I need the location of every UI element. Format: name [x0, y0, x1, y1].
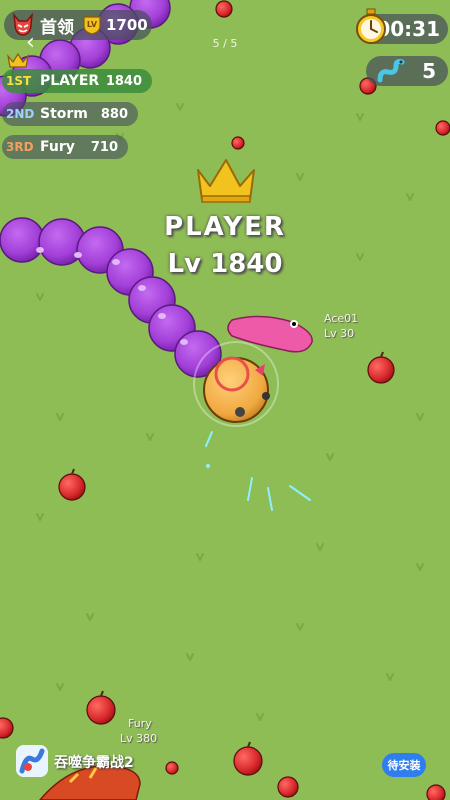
- leaderboard-score: 1840: [105, 73, 142, 89]
- leaderboard-rank: 1ST: [6, 74, 32, 88]
- boss-label: 首领: [40, 17, 74, 38]
- apple: [0, 717, 14, 739]
- apple: [86, 690, 116, 725]
- leaderboard-score: 710: [90, 139, 118, 155]
- enemy-level: Lv 380: [120, 732, 158, 745]
- speed-sparks: [205, 431, 311, 511]
- enemy-snake-ace: [227, 315, 313, 353]
- leaderboard-row: 3RD Fury 710: [2, 135, 128, 159]
- player-name: PLAYER: [164, 212, 286, 242]
- stopwatch-icon: [356, 8, 386, 44]
- enemy-name: Ace01: [324, 312, 359, 325]
- apple: [58, 468, 86, 501]
- leaderboard-rank: 2ND: [6, 107, 35, 121]
- apple: [231, 136, 245, 150]
- leaderboard-row: 1ST PLAYER 1840: [2, 69, 152, 93]
- apple: [367, 351, 395, 384]
- apple: [215, 0, 233, 18]
- kills-value: 5: [422, 59, 436, 83]
- leaderboard-score: 880: [100, 106, 128, 122]
- app-icon[interactable]: [16, 745, 48, 777]
- player-snake-head: [193, 341, 279, 427]
- player-level: Lv 1840: [167, 249, 283, 279]
- lv-badge-text: LV: [87, 20, 98, 29]
- leaderboard-row: 2ND Storm 880: [2, 102, 138, 126]
- level-shield-icon: LV: [83, 16, 101, 35]
- boss-level: 1700: [106, 16, 148, 34]
- apple: [165, 761, 179, 775]
- apple: [233, 741, 263, 776]
- app-name[interactable]: 吞噬争霸战2: [54, 752, 134, 772]
- leaderboard-name: Fury: [40, 139, 75, 155]
- leader-crown-icon: [7, 52, 29, 68]
- crown-icon: [197, 159, 255, 203]
- apple: [426, 784, 446, 800]
- apple: [435, 120, 450, 136]
- leaderboard-rank: 3RD: [6, 140, 34, 154]
- apple: [277, 776, 299, 798]
- enemy-level: Lv 30: [324, 327, 355, 340]
- install-button[interactable]: 待安装: [382, 753, 426, 777]
- snake-app-icon: [16, 745, 48, 777]
- worm-icon: [377, 59, 405, 83]
- enemy-name: Fury: [128, 717, 152, 730]
- leaderboard-name: Storm: [40, 106, 88, 122]
- leaderboard-name: PLAYER: [40, 73, 100, 89]
